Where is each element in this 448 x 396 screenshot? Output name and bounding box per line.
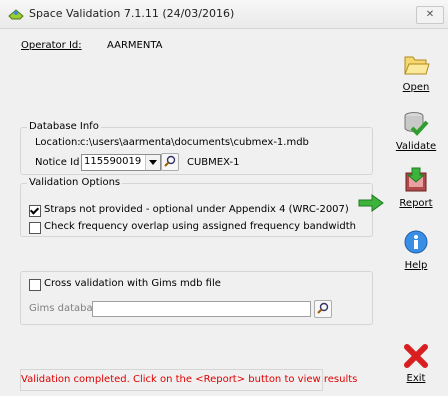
database-info-legend: Database Info [27, 121, 101, 132]
folder-icon [404, 56, 430, 75]
app-icon [8, 9, 24, 20]
location-label: Location: [35, 137, 81, 148]
report-button[interactable]: Report [389, 163, 443, 215]
frequency-overlap-label: Check frequency overlap using assigned f… [44, 221, 356, 232]
open-label: Open [402, 82, 430, 93]
chevron-down-icon[interactable] [145, 155, 160, 170]
exit-button[interactable]: Exit [389, 338, 443, 390]
notice-id-label: Notice Id [35, 157, 80, 168]
green-arrow-icon [358, 194, 384, 212]
status-message: Validation completed. Click on the <Repo… [21, 374, 358, 385]
notice-id-combo[interactable]: 115590019 [81, 154, 161, 171]
cross-validation-checkbox[interactable] [29, 279, 41, 291]
cross-validation-label: Cross validation with Gims mdb file [44, 278, 221, 289]
help-button[interactable]: Help [389, 225, 443, 277]
notice-id-value: 115590019 [84, 156, 142, 167]
status-box: Validation completed. Click on the <Repo… [20, 369, 358, 391]
straps-checkbox[interactable] [29, 205, 41, 217]
app-window: Space Validation 7.1.11 (24/03/2016) ✕ O… [0, 0, 448, 396]
close-button[interactable]: ✕ [416, 6, 444, 24]
info-icon [404, 230, 428, 254]
validation-options-legend: Validation Options [27, 177, 123, 188]
validate-label: Validate [395, 141, 437, 152]
frequency-overlap-checkbox[interactable] [29, 222, 41, 234]
client-area: Operator Id: AARMENTA Database Info Loca… [0, 29, 448, 396]
operator-id-value: AARMENTA [107, 40, 163, 51]
straps-label: Straps not provided - optional under App… [44, 204, 349, 215]
exit-label: Exit [406, 373, 426, 384]
operator-id-label: Operator Id: [21, 40, 82, 51]
report-icon [405, 167, 427, 192]
database-check-icon [404, 112, 429, 136]
red-x-icon [404, 344, 428, 368]
help-label: Help [404, 260, 428, 271]
location-value: c:\users\aarmenta\documents\cubmex-1.mdb [80, 137, 309, 148]
notice-search-button[interactable] [161, 153, 179, 171]
search-icon [164, 155, 176, 167]
notice-name: CUBMEX-1 [187, 157, 240, 168]
validate-button[interactable]: Validate [389, 106, 443, 158]
report-label: Report [399, 198, 433, 209]
search-icon [317, 302, 329, 314]
window-title: Space Validation 7.1.11 (24/03/2016) [29, 7, 235, 20]
gims-search-button[interactable] [314, 300, 332, 318]
gims-database-input[interactable] [92, 301, 311, 317]
title-bar: Space Validation 7.1.11 (24/03/2016) ✕ [0, 0, 448, 29]
open-button[interactable]: Open [389, 47, 443, 99]
